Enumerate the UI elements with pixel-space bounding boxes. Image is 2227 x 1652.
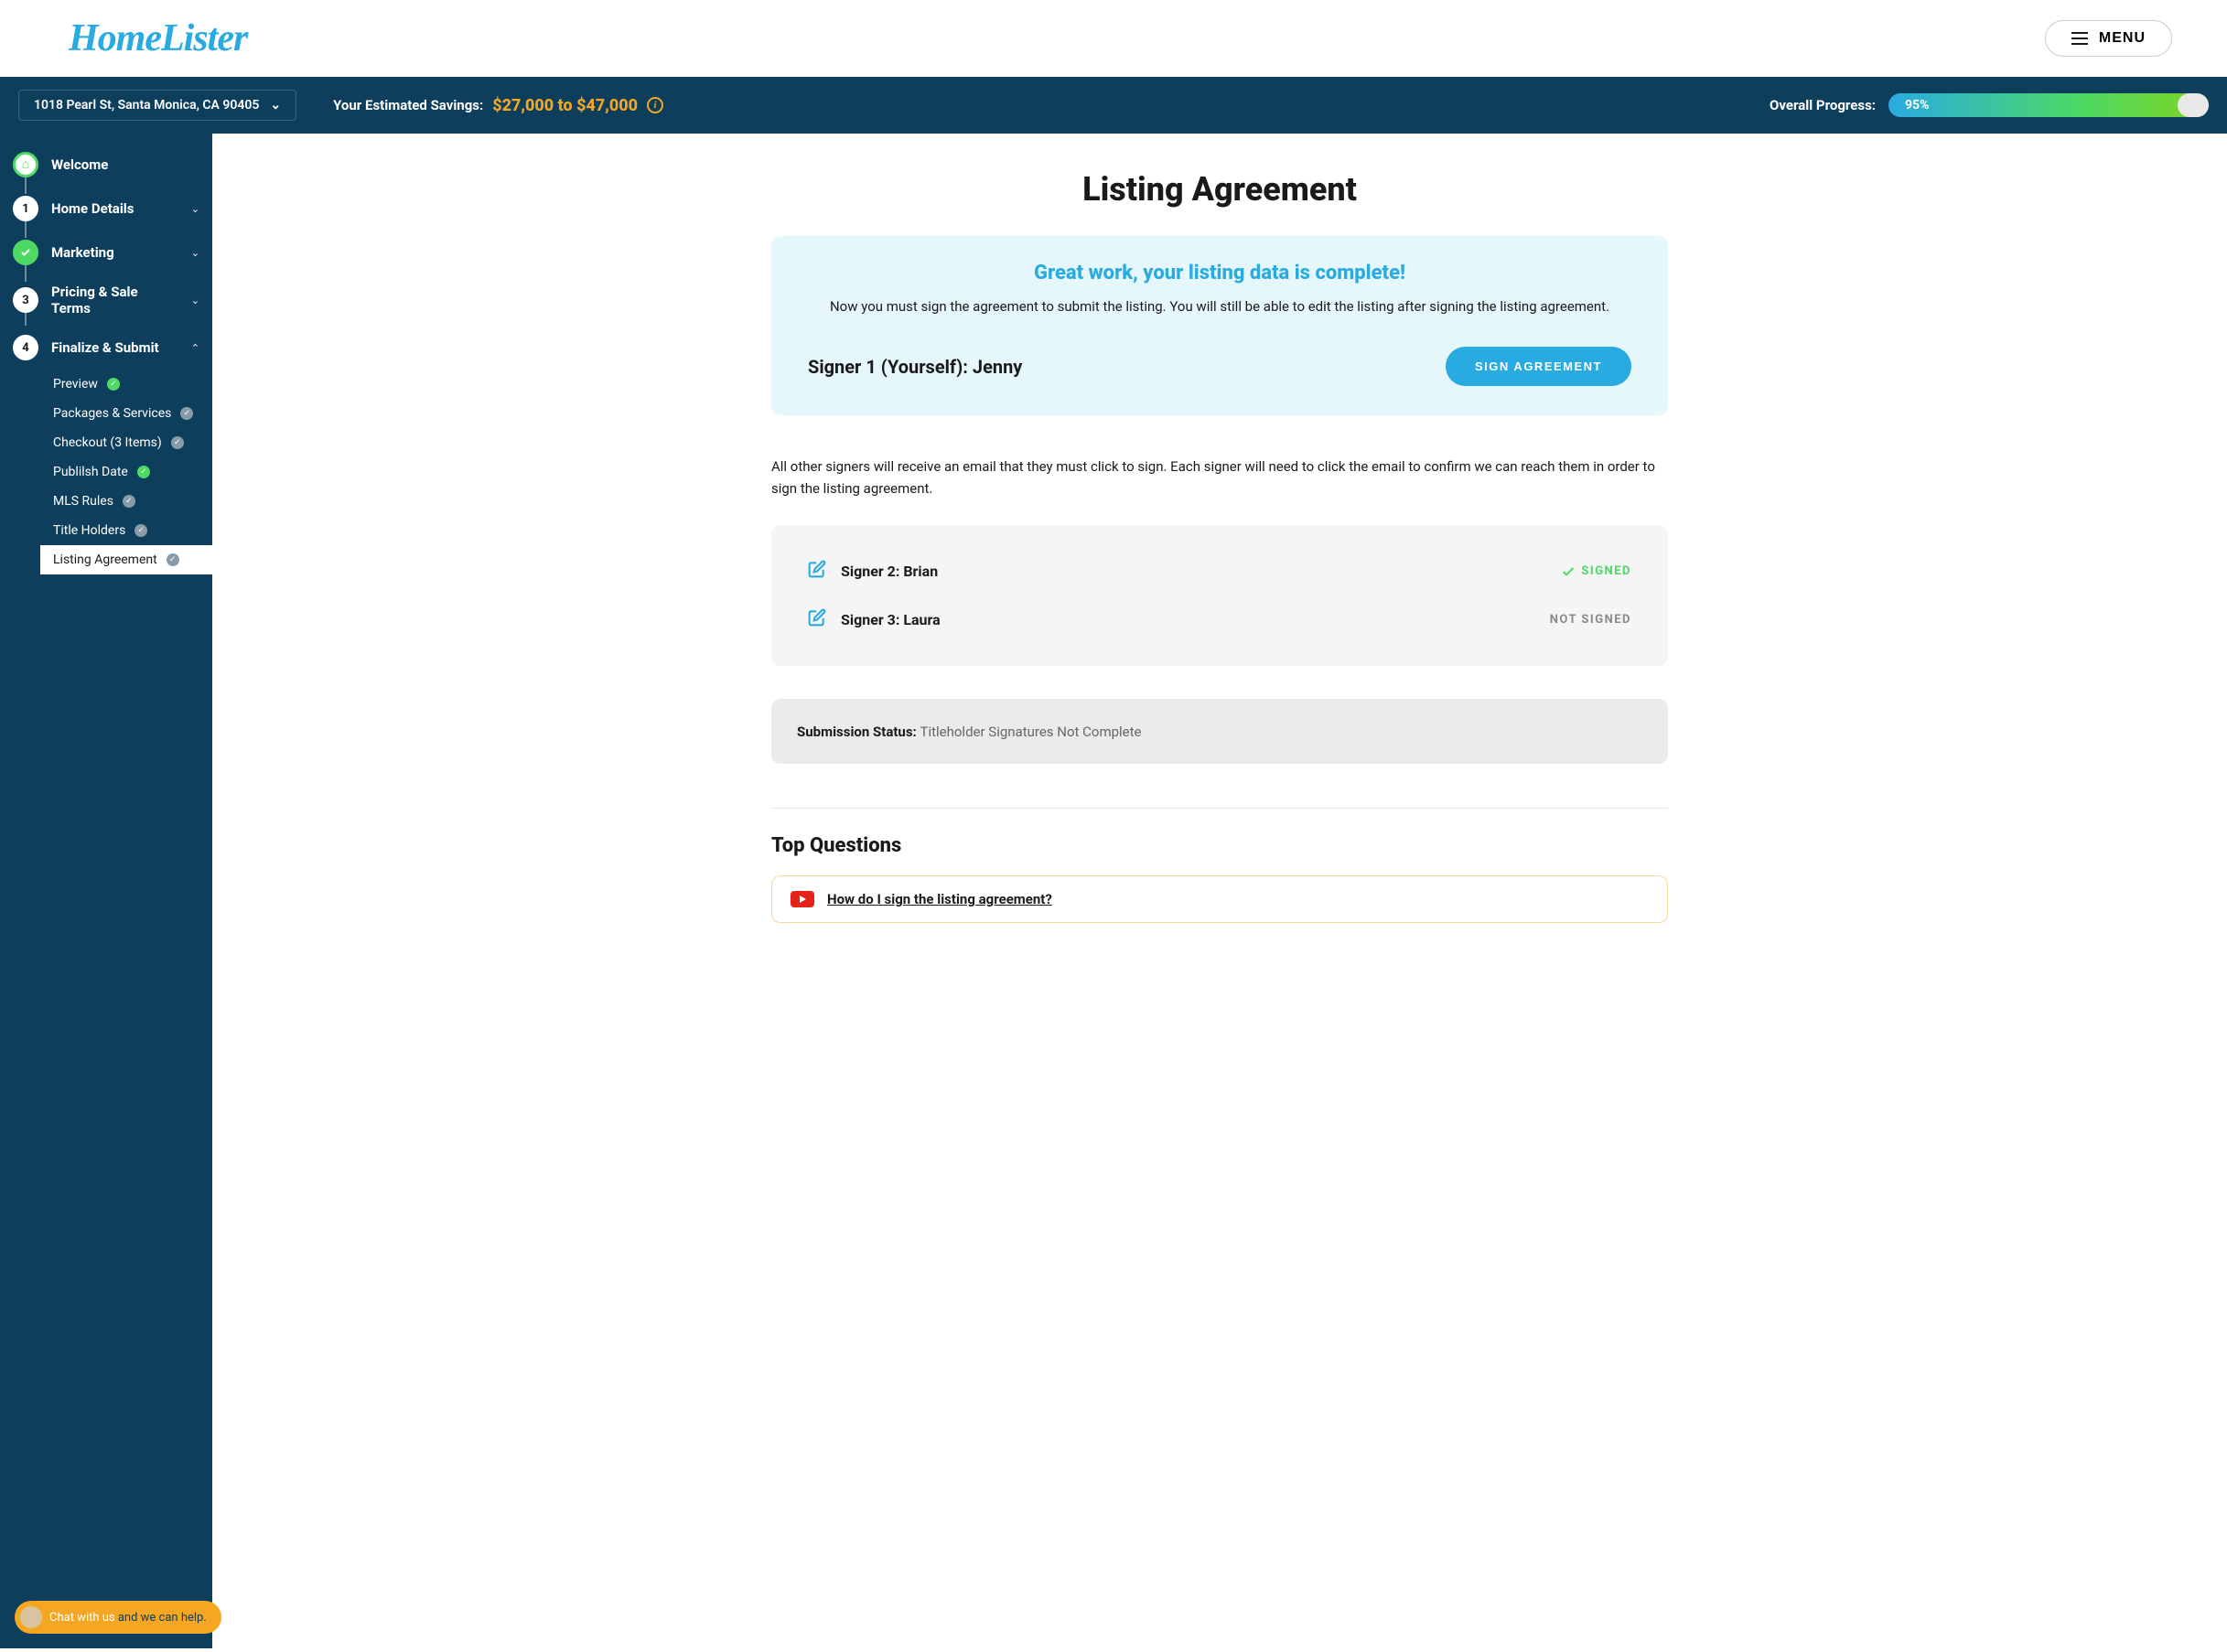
sidebar-item-pricing[interactable]: 3 Pricing & Sale Terms ⌄ bbox=[0, 274, 212, 326]
sidebar-item-label: Home Details bbox=[51, 200, 134, 217]
avatar bbox=[20, 1606, 42, 1628]
sidebar-sub-mls[interactable]: MLS Rules ✓ bbox=[40, 487, 212, 516]
submission-status-card: Submission Status: Titleholder Signature… bbox=[771, 699, 1668, 764]
sub-label: Listing Agreement bbox=[53, 552, 157, 567]
check-icon: ✓ bbox=[137, 466, 150, 478]
sidebar-sub-checkout[interactable]: Checkout (3 Items) ✓ bbox=[40, 428, 212, 457]
faq-text: How do I sign the listing agreement? bbox=[827, 891, 1052, 907]
progress-value: 95% bbox=[1905, 98, 1929, 113]
step-number-icon: 4 bbox=[13, 335, 38, 360]
not-signed-badge: NOT SIGNED bbox=[1550, 613, 1631, 627]
signer-name: Signer 3: Laura bbox=[841, 611, 941, 628]
info-icon[interactable]: i bbox=[647, 97, 663, 113]
sub-label: Title Holders bbox=[53, 523, 125, 538]
sub-label: Preview bbox=[53, 377, 98, 392]
sub-label: Checkout (3 Items) bbox=[53, 435, 162, 450]
progress-block: Overall Progress: 95% bbox=[700, 93, 2209, 117]
signed-badge: SIGNED bbox=[1561, 564, 1631, 579]
sub-label: Publilsh Date bbox=[53, 465, 128, 479]
edit-icon[interactable] bbox=[808, 560, 826, 583]
menu-button[interactable]: MENU bbox=[2045, 20, 2172, 57]
savings-block: Your Estimated Savings: $27,000 to $47,0… bbox=[333, 96, 663, 115]
hero-title: Great work, your listing data is complet… bbox=[808, 262, 1631, 284]
hamburger-icon bbox=[2071, 32, 2088, 45]
chat-text: Chat with us bbox=[49, 1611, 115, 1625]
sidebar-sub-packages[interactable]: Packages & Services ✓ bbox=[40, 399, 212, 428]
signer-name: Signer 2: Brian bbox=[841, 563, 938, 580]
status-value: Titleholder Signatures Not Complete bbox=[920, 724, 1142, 740]
signer-row: Signer 2: Brian SIGNED bbox=[808, 547, 1631, 595]
sidebar-item-marketing[interactable]: Marketing ⌄ bbox=[0, 231, 212, 274]
signer-row: Signer 3: Laura NOT SIGNED bbox=[808, 595, 1631, 644]
divider bbox=[771, 808, 1668, 809]
youtube-icon bbox=[791, 891, 814, 907]
sidebar-sub-listing-agreement[interactable]: Listing Agreement ✓ bbox=[40, 545, 212, 574]
logo[interactable]: HomeLister bbox=[69, 16, 247, 60]
sidebar-item-label: Welcome bbox=[51, 156, 108, 173]
hero-card: Great work, your listing data is complet… bbox=[771, 236, 1668, 415]
edit-icon[interactable] bbox=[808, 608, 826, 631]
status-label: Submission Status: bbox=[797, 724, 920, 740]
faq-item[interactable]: How do I sign the listing agreement? bbox=[771, 875, 1668, 923]
main-content: Listing Agreement Great work, your listi… bbox=[735, 134, 1705, 1648]
sidebar-sub-title-holders[interactable]: Title Holders ✓ bbox=[40, 516, 212, 545]
hero-subtitle: Now you must sign the agreement to submi… bbox=[808, 295, 1631, 317]
signer-name: Signer 1 (Yourself): Jenny bbox=[808, 356, 1022, 378]
step-number-icon: 1 bbox=[13, 196, 38, 221]
sidebar-subitems: Preview ✓ Packages & Services ✓ Checkout (… bbox=[0, 370, 212, 574]
menu-label: MENU bbox=[2099, 30, 2146, 47]
sidebar-item-finalize[interactable]: 4 Finalize & Submit ⌃ bbox=[0, 326, 212, 370]
sidebar-item-label: Pricing & Sale Terms bbox=[51, 284, 178, 316]
sidebar-item-label: Finalize & Submit bbox=[51, 339, 159, 356]
check-icon: ✓ bbox=[107, 378, 120, 391]
check-icon: ✓ bbox=[134, 524, 147, 537]
chevron-down-icon: ⌄ bbox=[191, 203, 199, 215]
body-text: All other signers will receive an email … bbox=[771, 456, 1668, 499]
progress-knob[interactable] bbox=[2178, 93, 2209, 117]
check-icon: ✓ bbox=[123, 495, 135, 508]
primary-signer-row: Signer 1 (Yourself): Jenny SIGN AGREEMEN… bbox=[808, 347, 1631, 386]
sub-label: Packages & Services bbox=[53, 406, 171, 421]
info-bar: 1018 Pearl St, Santa Monica, CA 90405 ⌄ … bbox=[0, 77, 2227, 134]
check-icon: ✓ bbox=[180, 407, 193, 420]
sidebar: ⌂ Welcome 1 Home Details ⌄ Marketing ⌄ 3… bbox=[0, 134, 212, 1648]
progress-bar: 95% bbox=[1888, 93, 2209, 117]
sidebar-sub-preview[interactable]: Preview ✓ bbox=[40, 370, 212, 399]
sidebar-item-home-details[interactable]: 1 Home Details ⌄ bbox=[0, 187, 212, 231]
page-title: Listing Agreement bbox=[771, 170, 1668, 209]
chevron-down-icon: ⌄ bbox=[191, 295, 199, 306]
sidebar-sub-publish[interactable]: Publilsh Date ✓ bbox=[40, 457, 212, 487]
check-icon: ✓ bbox=[171, 436, 184, 449]
progress-label: Overall Progress: bbox=[1770, 97, 1876, 113]
chat-widget[interactable]: Chat with us and we can help. bbox=[15, 1601, 221, 1634]
status-text: SIGNED bbox=[1581, 564, 1631, 578]
other-signers-card: Signer 2: Brian SIGNED Signer 3: Laura N… bbox=[771, 525, 1668, 666]
savings-value: $27,000 to $47,000 bbox=[492, 96, 638, 115]
top-header: HomeLister MENU bbox=[0, 0, 2227, 77]
check-icon: ✓ bbox=[167, 553, 179, 566]
address-dropdown[interactable]: 1018 Pearl St, Santa Monica, CA 90405 ⌄ bbox=[18, 90, 296, 121]
address-text: 1018 Pearl St, Santa Monica, CA 90405 bbox=[34, 98, 259, 113]
savings-label: Your Estimated Savings: bbox=[333, 97, 483, 113]
faq-title: Top Questions bbox=[771, 834, 1668, 857]
sidebar-item-welcome[interactable]: ⌂ Welcome bbox=[0, 143, 212, 187]
chevron-up-icon: ⌃ bbox=[191, 342, 199, 354]
check-icon bbox=[13, 240, 38, 265]
sidebar-item-label: Marketing bbox=[51, 244, 114, 261]
chat-text2: and we can help. bbox=[115, 1611, 207, 1625]
sign-agreement-button[interactable]: SIGN AGREEMENT bbox=[1446, 347, 1631, 386]
chevron-down-icon: ⌄ bbox=[270, 98, 281, 113]
home-icon: ⌂ bbox=[13, 152, 38, 177]
sub-label: MLS Rules bbox=[53, 494, 113, 509]
chevron-down-icon: ⌄ bbox=[191, 247, 199, 259]
